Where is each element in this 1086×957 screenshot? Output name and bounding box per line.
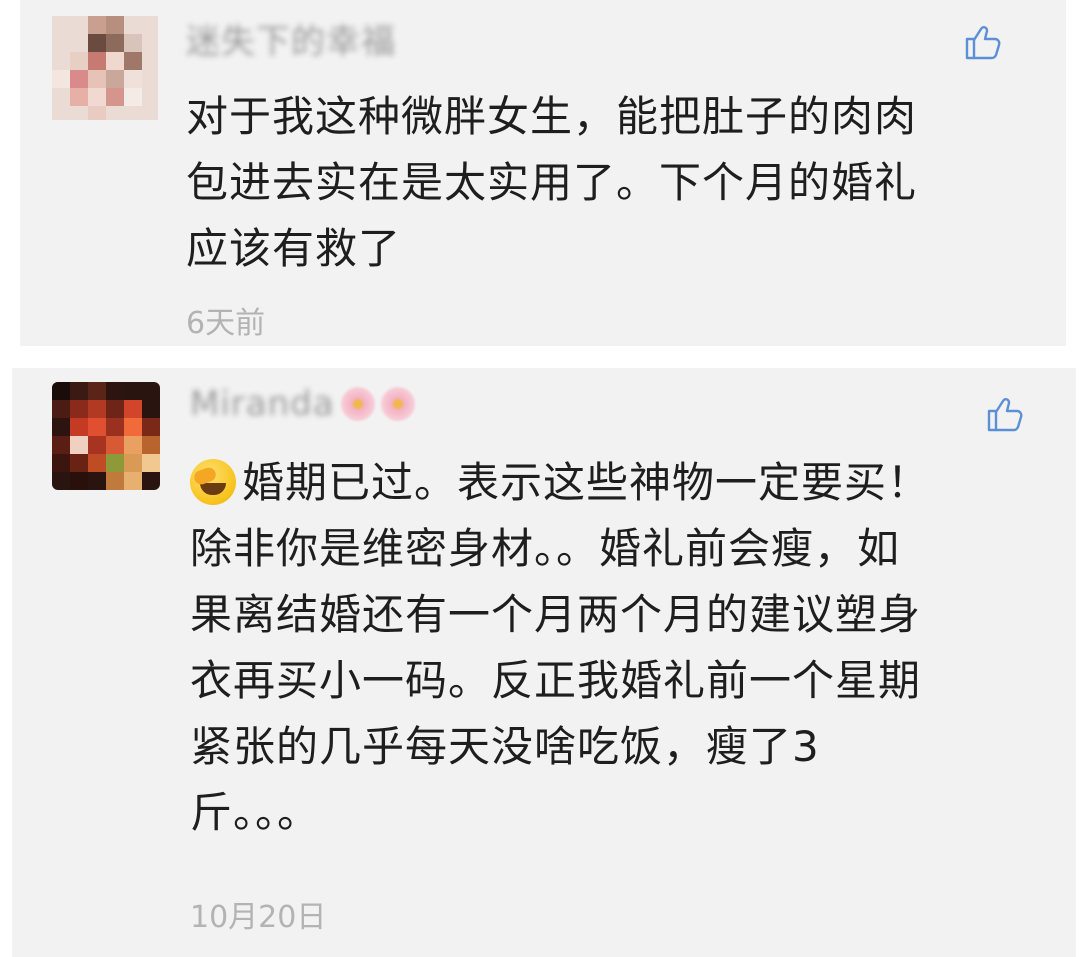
comment-body: 婚期已过。表示这些神物一定要买！ 除非你是维密身材。。婚礼前会瘦，如 果离结婚还… bbox=[190, 450, 1040, 846]
user-avatar[interactable] bbox=[52, 16, 158, 120]
flower-icon bbox=[340, 387, 375, 421]
thumbs-up-icon[interactable] bbox=[963, 22, 1003, 62]
comment-text: 对于我这种微胖女生，能把肚子的肉肉 包进去实在是太实用了。下个月的婚礼 应该有救… bbox=[186, 92, 918, 273]
flower-icon bbox=[380, 387, 415, 421]
timestamp: 10月20日 bbox=[190, 900, 327, 935]
username[interactable]: 迷失下的幸福 bbox=[186, 18, 396, 62]
thumbs-up-icon[interactable] bbox=[985, 394, 1025, 434]
timestamp: 6天前 bbox=[186, 306, 266, 341]
user-avatar[interactable] bbox=[52, 382, 160, 490]
facepalm-crying-emoji bbox=[190, 459, 236, 505]
comment-card: Miranda 婚期已过。表示这些神物一定要买！ 除非你是维密身材。。婚礼前会瘦… bbox=[12, 368, 1076, 957]
username-text: Miranda bbox=[190, 384, 335, 424]
comment-text: 婚期已过。表示这些神物一定要买！ 除非你是维密身材。。婚礼前会瘦，如 果离结婚还… bbox=[190, 458, 931, 837]
username-text: 迷失下的幸福 bbox=[186, 21, 396, 62]
comment-card: 迷失下的幸福 对于我这种微胖女生，能把肚子的肉肉 包进去实在是太实用了。下个月的… bbox=[20, 0, 1066, 346]
username[interactable]: Miranda bbox=[190, 384, 415, 424]
